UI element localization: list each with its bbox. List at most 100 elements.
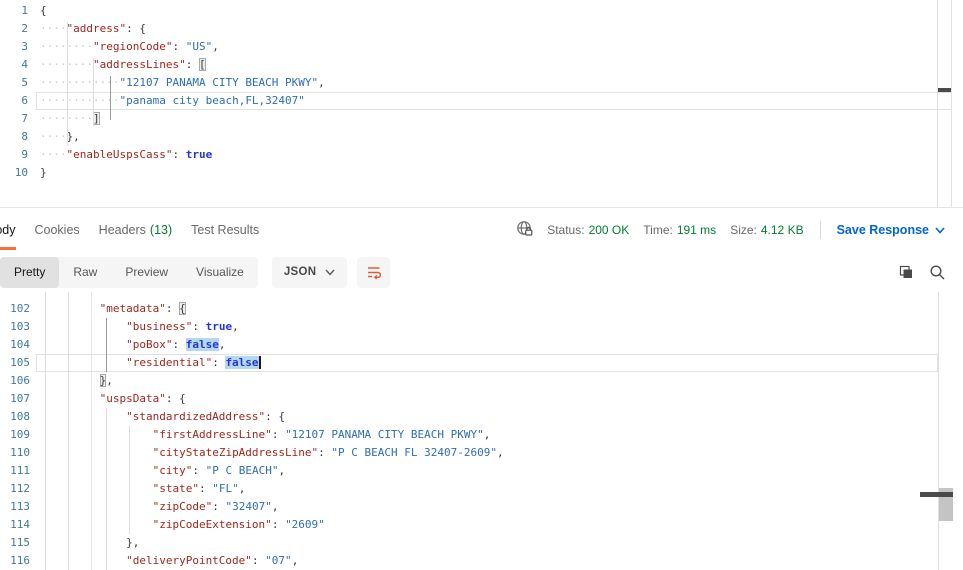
scrollbar-track [937,0,938,207]
line-number: 102 [0,300,30,318]
code-text: ········"regionCode": "US", [40,40,219,53]
code-line[interactable]: 107 "uspsData": { [0,390,963,408]
code-line[interactable]: 113 "zipCode": "32407", [0,498,963,516]
code-line[interactable]: 104 "poBox": false, [0,336,963,354]
time-badge: Time: 191 ms [643,223,716,237]
response-tabbar: Body Cookies Headers (13) Test Results St… [0,207,963,252]
code-text: ········] [40,112,100,125]
code-line[interactable]: 115 }, [0,534,963,552]
code-text: ····}, [40,130,80,143]
code-line[interactable]: 2 ····"address": { [0,20,963,38]
tab-body[interactable]: Body [0,208,16,252]
globe-lock-icon[interactable] [516,220,533,240]
line-number: 3 [0,38,28,56]
request-body-editor[interactable]: 1{2 ····"address": { 3 ········"regionCode"… [0,0,963,182]
code-text: "city": "P C BEACH", [40,464,285,477]
code-text: ····"address": { [40,22,146,35]
line-number: 1 [0,2,28,20]
code-line[interactable]: 112 "state": "FL", [0,480,963,498]
request-body-pane: 1{2 ····"address": { 3 ········"regionCode"… [0,0,963,207]
view-visualize[interactable]: Visualize [182,257,258,288]
code-text: "metadata": { [40,302,186,315]
line-number: 115 [0,534,30,552]
line-number: 5 [0,74,28,92]
code-line[interactable]: 110 "cityStateZipAddressLine": "P C BEAC… [0,444,963,462]
code-line[interactable]: 109 "firstAddressLine": "12107 PANAMA CI… [0,426,963,444]
line-number: 2 [0,20,28,38]
text-cursor [259,356,261,369]
line-number: 10 [0,164,28,182]
status-label: Status: [547,223,584,237]
search-button[interactable] [929,264,946,281]
code-text: "zipCodeExtension": "2609" [40,518,325,531]
tab-cookies[interactable]: Cookies [35,208,80,252]
line-number: 8 [0,128,28,146]
line-number: 103 [0,318,30,336]
toolbar-right [898,264,963,281]
chevron-down-icon [325,269,335,276]
code-line[interactable]: 116 "deliveryPointCode": "07", [0,552,963,570]
tab-headers-label: Headers [99,223,146,237]
code-line[interactable]: 10} [0,164,963,182]
copy-icon [898,264,914,280]
code-line[interactable]: 108 "standardizedAddress": { [0,408,963,426]
chevron-down-icon [935,227,945,234]
view-preview[interactable]: Preview [111,257,182,288]
wrap-text-button[interactable] [357,257,390,288]
line-number: 112 [0,480,30,498]
response-tabs: Body Cookies Headers (13) Test Results [0,208,259,252]
response-body-editor[interactable]: 102 "metadata": {103 "business": true,10… [0,292,963,570]
code-line[interactable]: 3 ········"regionCode": "US", [0,38,963,56]
code-line[interactable]: 1{ [0,2,963,20]
code-text: "deliveryPointCode": "07", [40,554,298,567]
tab-test-results-label: Test Results [191,223,259,237]
view-raw[interactable]: Raw [59,257,111,288]
line-number: 109 [0,426,30,444]
code-line[interactable]: 7 ········] [0,110,963,128]
language-dropdown[interactable]: JSON [272,257,348,288]
code-line[interactable]: 103 "business": true, [0,318,963,336]
code-line[interactable]: 5············"12107 PANAMA CITY BEACH PK… [0,74,963,92]
view-switcher: Pretty Raw Preview Visualize [0,257,258,288]
line-number: 9 [0,146,28,164]
line-number: 116 [0,552,30,570]
headers-count-badge: (13) [150,223,172,237]
copy-button[interactable] [898,264,914,280]
code-line[interactable]: 6 ············"panama city beach,FL,32407… [0,92,963,110]
code-line[interactable]: 114 "zipCodeExtension": "2609" [0,516,963,534]
status-badge: Status: 200 OK [547,223,629,237]
code-line[interactable]: 106 }, [0,372,963,390]
code-text: "zipCode": "32407", [40,500,278,513]
tab-cookies-label: Cookies [35,223,80,237]
code-line[interactable]: 4········"addressLines": [ [0,56,963,74]
code-line[interactable]: 111 "city": "P C BEACH", [0,462,963,480]
code-text: "business": true, [40,320,239,333]
time-label: Time: [643,223,673,237]
code-text: ············"panama city beach,FL,32407" [40,94,305,107]
tab-test-results[interactable]: Test Results [191,208,259,252]
code-text: } [40,166,47,179]
line-number: 104 [0,336,30,354]
magnifier-icon [929,264,946,281]
code-text: "poBox": false, [40,338,225,351]
code-line[interactable]: 102 "metadata": { [0,300,963,318]
save-response-button[interactable]: Save Response [837,223,945,237]
line-number: 106 [0,372,30,390]
view-pretty[interactable]: Pretty [0,257,59,288]
line-number: 111 [0,462,30,480]
code-line[interactable]: 8 ····}, [0,128,963,146]
code-line[interactable]: 105 "residential": false [0,354,963,372]
line-number: 6 [0,92,28,110]
code-text: ····"enableUspsCass": true [40,148,212,161]
status-value: 200 OK [589,223,630,237]
code-text: "state": "FL", [40,482,245,495]
tab-headers[interactable]: Headers (13) [99,208,172,252]
response-toolbar: Pretty Raw Preview Visualize JSON [0,252,963,292]
scrollbar-cursor-marker [920,492,953,497]
code-line[interactable]: 9 ····"enableUspsCass": true [0,146,963,164]
scrollbar-track [951,0,952,207]
save-response-label: Save Response [837,223,929,237]
text-wrap-icon [366,264,382,280]
line-number: 7 [0,110,28,128]
tab-body-label: Body [0,223,16,237]
